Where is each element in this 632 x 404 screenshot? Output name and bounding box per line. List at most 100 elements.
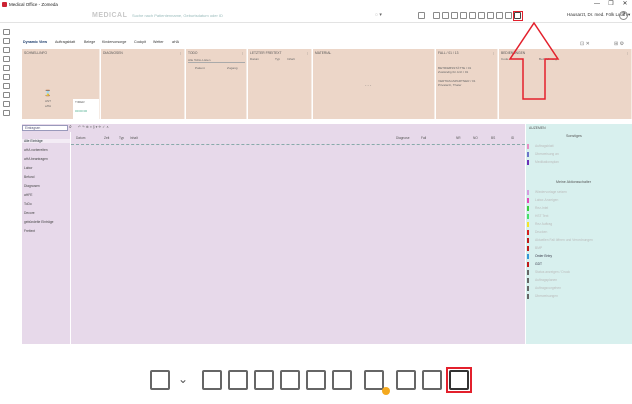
list-item[interactable]: aHFE <box>24 193 32 197</box>
list-item[interactable]: aHA beantragen <box>24 157 48 161</box>
list-item[interactable]: Labor <box>24 166 32 170</box>
settings-icon[interactable]: ⊞ ⚙ <box>614 41 624 47</box>
signature-icon[interactable] <box>332 370 352 390</box>
col-no[interactable]: NO <box>473 136 478 140</box>
search-dropdown-icon[interactable]: ◌ ▾ <box>375 12 382 18</box>
action-item[interactable]: Order Entry <box>532 254 552 258</box>
list-item[interactable]: gebündelte Einträge <box>24 220 54 224</box>
folder-icon[interactable] <box>3 65 10 71</box>
list-item[interactable]: Freitext <box>24 229 35 233</box>
doctor-icon[interactable] <box>442 12 449 19</box>
clipboard-icon[interactable] <box>3 110 10 116</box>
panel-title: SCHNELLINFO <box>24 51 48 55</box>
col-inhalt[interactable]: Inhalt <box>130 136 138 140</box>
entry-actions-icon[interactable]: ↶ ↷ ⊕ ≡ § ▾ ✈ ✓ ∧ <box>78 125 109 129</box>
mail-icon[interactable] <box>487 12 494 19</box>
col-diagnose[interactable]: Diagnose <box>396 136 409 140</box>
workstation-icon[interactable] <box>418 12 425 19</box>
chart-icon[interactable] <box>396 370 416 390</box>
printer-icon[interactable] <box>451 12 458 19</box>
action-item[interactable]: BMP <box>532 246 542 250</box>
col-nr[interactable]: NR <box>456 136 461 140</box>
chart-icon[interactable] <box>496 12 503 19</box>
action-item[interactable]: Wiedervorlage setzen <box>532 190 567 194</box>
close-button[interactable]: ✕ <box>618 0 632 9</box>
action-item[interactable]: Überweisung an <box>532 152 559 156</box>
action-item[interactable]: Auftragsblatt <box>532 144 554 148</box>
chart-icon[interactable] <box>3 74 10 80</box>
search-icon[interactable]: ⌕ <box>69 124 72 130</box>
invoice-icon[interactable] <box>469 12 476 19</box>
list-item[interactable]: Decore <box>24 211 35 215</box>
tab-belege[interactable]: Belege <box>84 40 95 44</box>
camera-icon[interactable] <box>3 92 10 98</box>
action-item[interactable]: Status anzeigen / Druck <box>532 270 570 274</box>
mail-icon[interactable] <box>364 370 384 390</box>
tab-aha[interactable]: aHA <box>172 40 179 44</box>
tab-cockpit[interactable]: Cockpit <box>134 40 146 44</box>
col-zeit[interactable]: Zeit <box>104 136 109 140</box>
col-datum[interactable]: Datum <box>76 136 85 140</box>
color-marker <box>527 270 529 275</box>
maximize-button[interactable]: ❐ <box>604 0 618 9</box>
col-bs[interactable]: BS <box>491 136 495 140</box>
tab-wetter[interactable]: Wetter <box>153 40 164 44</box>
tab-kindervorsorge[interactable]: Kindervorsorge <box>102 40 126 44</box>
action-item[interactable]: Rez Auftrag <box>532 222 552 226</box>
more-icon[interactable]: ⋮ <box>626 51 629 55</box>
action-item[interactable]: Auftragsplanen <box>532 278 557 282</box>
action-item[interactable]: HST Text <box>532 214 548 218</box>
chat-icon[interactable] <box>505 12 512 19</box>
document-icon[interactable] <box>460 12 467 19</box>
minimize-button[interactable]: — <box>590 0 604 9</box>
patient-search-input[interactable]: Suche nach Patientenname, Geburtsdatum o… <box>130 12 310 20</box>
help-button[interactable]: ? <box>619 11 628 20</box>
col-fall[interactable]: Fall <box>421 136 426 140</box>
list-icon[interactable] <box>3 38 10 44</box>
action-item[interactable]: Medikationsplan <box>532 160 559 164</box>
entries-search-input[interactable]: Eintragsen <box>22 125 68 131</box>
list-item[interactable]: aHA vorbereiten <box>24 148 48 152</box>
selected-row[interactable] <box>71 144 525 145</box>
list-item[interactable]: ToDo <box>24 202 32 206</box>
action-item[interactable]: Labor-Anzeigen <box>532 198 558 202</box>
col-id[interactable]: ID <box>511 136 514 140</box>
more-icon[interactable]: ⋮ <box>241 51 244 55</box>
timer-box[interactable]: TIMER 00:00:00 <box>73 99 99 119</box>
calendar-icon[interactable] <box>202 370 222 390</box>
patient-icon[interactable] <box>3 47 10 53</box>
tab-auftragsblatt[interactable]: Auftragsblatt <box>55 40 75 44</box>
tab-dynamic-view[interactable]: Dynamic View <box>23 40 47 44</box>
doctor-icon[interactable] <box>228 370 248 390</box>
action-item[interactable]: Überweisungen <box>532 294 558 298</box>
action-item[interactable]: Auftragsvorgehen <box>532 286 561 290</box>
more-icon[interactable]: ⋮ <box>492 51 495 55</box>
calendar-icon[interactable] <box>433 12 440 19</box>
printer-icon[interactable] <box>254 370 274 390</box>
chat-icon[interactable] <box>422 370 442 390</box>
col-typ[interactable]: Typ <box>119 136 124 140</box>
layout-icon[interactable]: ⊡ ✕ <box>580 41 590 47</box>
workstation-icon[interactable] <box>150 370 170 390</box>
action-item[interactable]: Drucken <box>532 230 547 234</box>
document-icon[interactable] <box>280 370 300 390</box>
more-icon[interactable]: ⋮ <box>179 51 182 55</box>
list-item[interactable]: Diagnosen <box>24 184 40 188</box>
settings-icon[interactable] <box>3 101 10 107</box>
color-marker <box>527 246 529 251</box>
chat-icon[interactable] <box>3 83 10 89</box>
panel-title: FALL / 01 / 13 <box>438 51 459 55</box>
signature-icon[interactable] <box>478 12 485 19</box>
list-item[interactable]: Befund <box>24 175 34 179</box>
panel-title: DIAGNOSEN <box>103 51 123 55</box>
chevron-down-icon[interactable]: ⌄ <box>178 372 188 386</box>
list-item[interactable]: Alle Einträge <box>22 139 70 143</box>
action-item[interactable]: GDT <box>532 262 542 266</box>
more-icon[interactable]: ⋮ <box>306 51 309 55</box>
action-item[interactable]: Aktuellen Fall öffnen und Verordnungen <box>532 238 593 242</box>
document-icon[interactable] <box>3 56 10 62</box>
calendar-icon[interactable] <box>3 29 10 35</box>
todo-filter-select[interactable]: Alle ToDo-Listen <box>188 58 245 63</box>
invoice-icon[interactable] <box>306 370 326 390</box>
action-item[interactable]: Rez-Intel <box>532 206 548 210</box>
